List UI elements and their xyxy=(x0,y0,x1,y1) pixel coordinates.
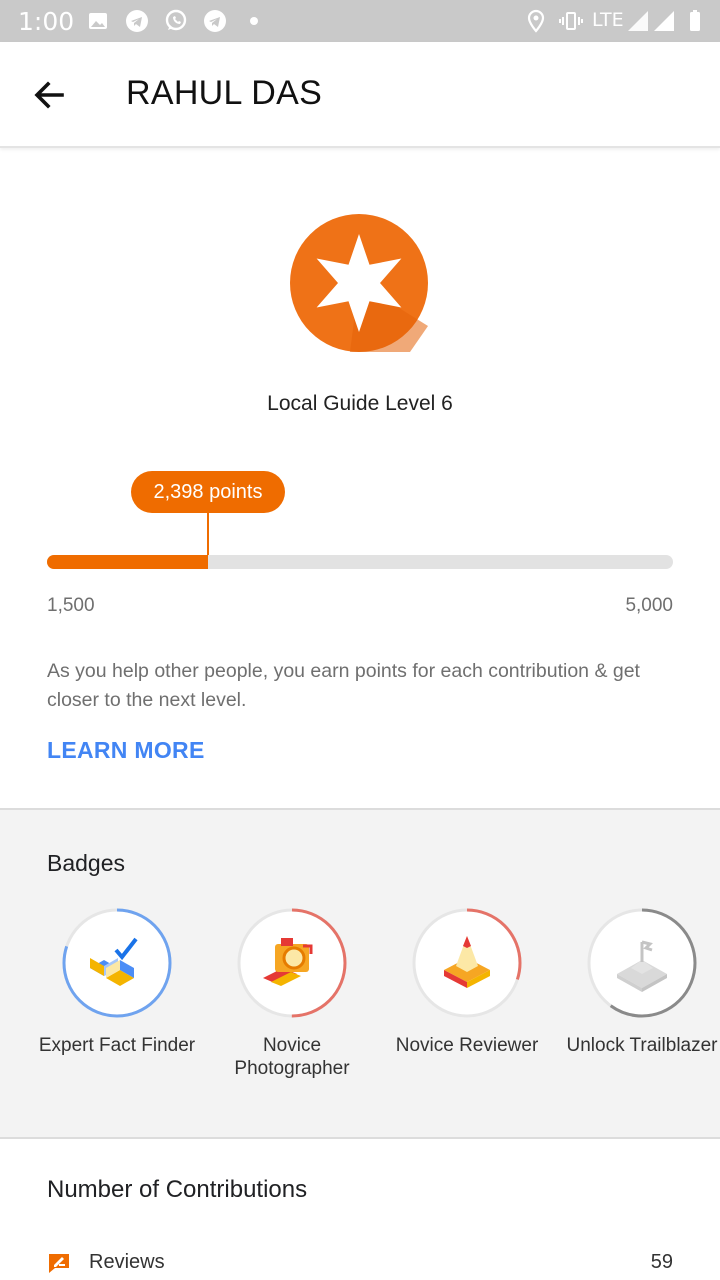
contribution-label: Reviews xyxy=(89,1251,165,1273)
points-badge: 2,398 points xyxy=(131,471,285,513)
status-time: 1:00 xyxy=(18,7,75,36)
whatsapp-icon xyxy=(165,9,187,31)
badges-section: Badges Expert Fact Finder Novice Photogr… xyxy=(0,808,720,1139)
page-title: RAHUL DAS xyxy=(126,74,323,112)
badge-label: Expert Fact Finder xyxy=(38,1035,196,1056)
contribution-count: 59 xyxy=(650,1251,673,1273)
learn-more-link[interactable]: LEARN MORE xyxy=(47,737,205,764)
badge-label: Novice Reviewer xyxy=(395,1035,539,1056)
status-bar: 1:00 LTE xyxy=(0,0,720,42)
badge-label: Novice Photographer xyxy=(234,1035,350,1079)
badge-unlock-trailblazer[interactable]: Unlock Trailblazer xyxy=(557,906,720,1057)
notification-dot-icon xyxy=(250,17,258,25)
location-icon xyxy=(527,9,545,33)
telegram-icon xyxy=(126,10,148,32)
badge-ring xyxy=(587,908,697,1018)
signal-icon xyxy=(628,11,648,31)
level-progress-fill xyxy=(47,555,208,569)
badge-ring xyxy=(412,908,522,1018)
vibrate-icon xyxy=(559,12,583,30)
badge-novice-photographer[interactable]: Novice Photographer xyxy=(207,906,377,1080)
badges-title: Badges xyxy=(47,850,126,876)
gallery-icon xyxy=(89,13,107,29)
network-type: LTE xyxy=(592,9,624,31)
telegram-icon-2 xyxy=(204,10,226,32)
battery-icon xyxy=(690,10,700,31)
progress-min-label: 1,500 xyxy=(47,595,95,616)
badge-ring xyxy=(237,908,347,1018)
level-description: As you help other people, you earn point… xyxy=(47,660,640,711)
signal-icon-2 xyxy=(654,11,674,31)
level-progress-bar xyxy=(47,555,673,569)
back-arrow-icon[interactable] xyxy=(24,70,74,120)
badge-label: Unlock Trailblazer xyxy=(566,1035,718,1056)
level-title: Local Guide Level 6 xyxy=(267,392,453,415)
badge-novice-reviewer[interactable]: Novice Reviewer xyxy=(382,906,552,1057)
badge-expert-fact-finder[interactable]: Expert Fact Finder xyxy=(32,906,202,1057)
contributions-title: Number of Contributions xyxy=(47,1176,308,1203)
local-guide-star-icon xyxy=(290,214,428,352)
app-bar: RAHUL DAS xyxy=(0,42,720,148)
badge-ring xyxy=(62,908,172,1018)
progress-max-label: 5,000 xyxy=(625,595,673,616)
review-icon xyxy=(49,1254,69,1273)
contribution-row-reviews[interactable]: Reviews 59 xyxy=(47,1248,673,1280)
